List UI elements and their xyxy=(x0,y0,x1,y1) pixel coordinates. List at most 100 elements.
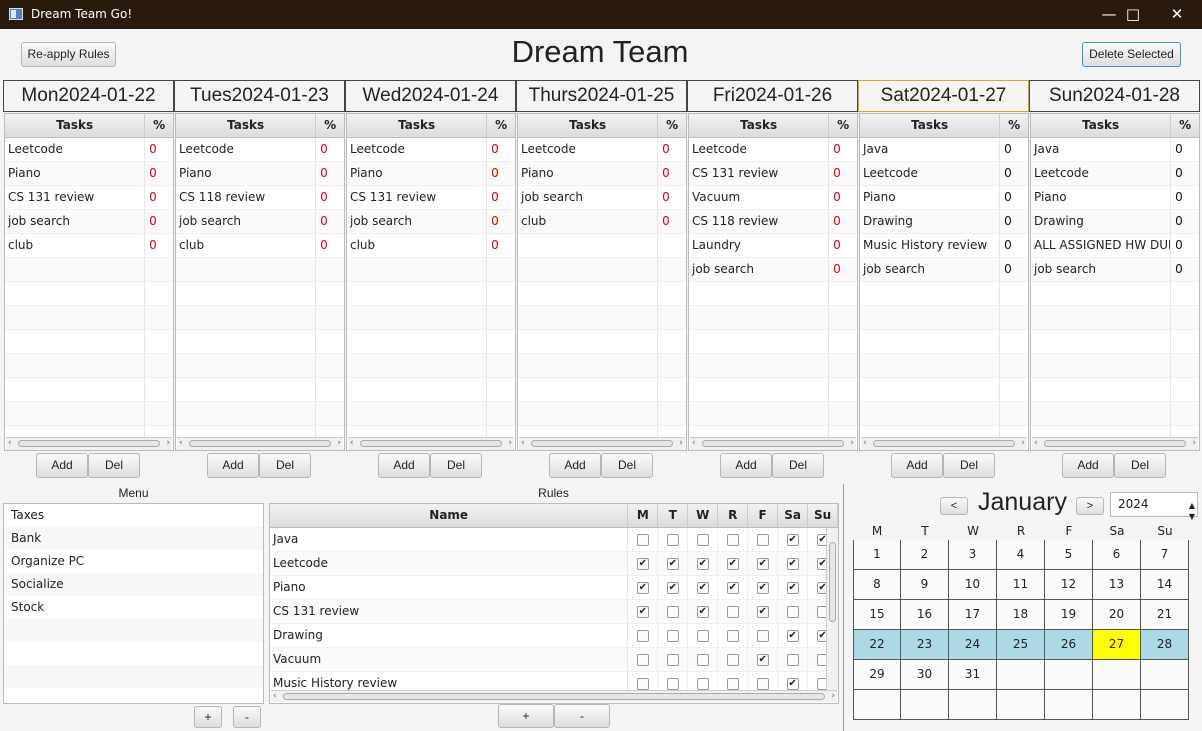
rules-hscroll[interactable]: ‹ › xyxy=(271,690,837,702)
tasks-column-header[interactable]: Tasks xyxy=(518,114,659,137)
calendar-day[interactable]: 19 xyxy=(1045,600,1093,630)
table-row[interactable] xyxy=(518,330,686,354)
table-row[interactable]: Leetcode 0 xyxy=(1031,162,1199,186)
table-row[interactable]: Leetcode 0 xyxy=(5,138,173,162)
calendar-day[interactable] xyxy=(1141,690,1189,720)
calendar-day[interactable] xyxy=(853,690,901,720)
table-row[interactable] xyxy=(518,378,686,402)
calendar-day[interactable]: 25 xyxy=(997,630,1045,660)
table-row[interactable]: job search 0 xyxy=(689,258,857,282)
table-row[interactable] xyxy=(860,330,1028,354)
calendar-day[interactable] xyxy=(997,660,1045,690)
rule-checkbox[interactable] xyxy=(726,629,739,642)
day-task-table[interactable]: Tasks% Leetcode 0 Piano 0 CS 131 review 0 job s… xyxy=(4,113,174,451)
table-row[interactable]: CS 118 review 0 xyxy=(689,210,857,234)
calendar-day[interactable]: 5 xyxy=(1045,540,1093,570)
calendar-day[interactable]: 3 xyxy=(949,540,997,570)
list-item[interactable]: Taxes xyxy=(4,504,263,527)
table-row[interactable] xyxy=(347,402,515,426)
rules-table[interactable]: Name M T W R F Sa Su Java ✔ ✔ Leetcode ✔ ✔ ✔ ✔ ✔ ✔ ✔ Piano… xyxy=(269,503,839,704)
table-row[interactable]: club 0 xyxy=(5,234,173,258)
add-task-button[interactable]: Add xyxy=(1062,453,1114,478)
rule-checkbox[interactable] xyxy=(726,653,739,666)
rules-column-r[interactable]: R xyxy=(718,504,749,527)
horizontal-scrollbar[interactable]: ‹ › xyxy=(348,437,514,449)
table-row[interactable] xyxy=(347,282,515,306)
table-row[interactable] xyxy=(1031,330,1199,354)
day-task-table[interactable]: Tasks% Leetcode 0 Piano 0 CS 118 review 0 job s… xyxy=(175,113,345,451)
percent-column-header[interactable]: % xyxy=(658,114,686,137)
tasks-column-header[interactable]: Tasks xyxy=(176,114,317,137)
calendar-day[interactable]: 7 xyxy=(1141,540,1189,570)
delete-selected-button[interactable]: Delete Selected xyxy=(1082,42,1181,67)
rules-column-m[interactable]: M xyxy=(628,504,659,527)
table-row[interactable] xyxy=(689,282,857,306)
rule-checkbox[interactable] xyxy=(756,677,769,690)
rule-checkbox[interactable]: ✔ xyxy=(696,605,709,618)
table-row[interactable] xyxy=(518,402,686,426)
horizontal-scrollbar[interactable]: ‹ › xyxy=(690,437,856,449)
calendar-day[interactable]: 30 xyxy=(901,660,949,690)
rule-checkbox[interactable] xyxy=(756,533,769,546)
table-row[interactable]: job search 0 xyxy=(860,258,1028,282)
table-row[interactable] xyxy=(347,258,515,282)
table-row[interactable] xyxy=(860,282,1028,306)
rule-checkbox[interactable]: ✔ xyxy=(726,557,739,570)
rules-remove-button[interactable]: - xyxy=(554,704,610,728)
table-row[interactable]: Leetcode 0 xyxy=(347,138,515,162)
rule-checkbox[interactable]: ✔ xyxy=(636,557,649,570)
table-row[interactable] xyxy=(176,306,344,330)
calendar-day[interactable]: 4 xyxy=(997,540,1045,570)
calendar-day[interactable] xyxy=(949,690,997,720)
table-row[interactable]: Vacuum 0 xyxy=(689,186,857,210)
tasks-column-header[interactable]: Tasks xyxy=(347,114,488,137)
list-item[interactable] xyxy=(4,688,263,703)
rule-checkbox[interactable]: ✔ xyxy=(666,581,679,594)
list-item[interactable] xyxy=(4,619,263,642)
table-row[interactable]: Music History review 0 xyxy=(860,234,1028,258)
table-row[interactable] xyxy=(689,354,857,378)
day-task-table[interactable]: Tasks% Leetcode 0 Piano 0 job search 0 club 0 ‹ › xyxy=(517,113,687,451)
percent-column-header[interactable]: % xyxy=(145,114,173,137)
table-row[interactable] xyxy=(347,306,515,330)
table-row[interactable]: Piano 0 xyxy=(1031,186,1199,210)
tasks-column-header[interactable]: Tasks xyxy=(860,114,1001,137)
rule-checkbox[interactable] xyxy=(786,653,799,666)
table-row[interactable]: club 0 xyxy=(176,234,344,258)
list-item[interactable]: Organize PC xyxy=(4,550,263,573)
table-row[interactable]: Leetcode 0 xyxy=(689,138,857,162)
calendar-day[interactable]: 16 xyxy=(901,600,949,630)
table-row[interactable]: club 0 xyxy=(347,234,515,258)
rule-checkbox[interactable] xyxy=(696,653,709,666)
tasks-column-header[interactable]: Tasks xyxy=(5,114,146,137)
table-row[interactable] xyxy=(860,402,1028,426)
calendar-day[interactable] xyxy=(901,690,949,720)
table-row[interactable]: Leetcode 0 xyxy=(176,138,344,162)
next-month-button[interactable]: > xyxy=(1076,497,1104,515)
rule-checkbox[interactable] xyxy=(636,653,649,666)
rule-checkbox[interactable] xyxy=(696,629,709,642)
rule-checkbox[interactable] xyxy=(636,533,649,546)
table-row[interactable] xyxy=(518,258,686,282)
day-task-table[interactable]: Tasks% Java 0 Leetcode 0 Piano 0 Drawing 0 Music … xyxy=(859,113,1029,451)
rules-column-name[interactable]: Name xyxy=(270,504,629,527)
list-item[interactable] xyxy=(4,665,263,688)
delete-task-button[interactable]: Del xyxy=(772,453,824,478)
rule-checkbox[interactable]: ✔ xyxy=(666,557,679,570)
table-row[interactable] xyxy=(689,378,857,402)
table-row[interactable] xyxy=(5,330,173,354)
calendar-day[interactable]: 31 xyxy=(949,660,997,690)
table-row[interactable] xyxy=(176,258,344,282)
rule-row[interactable]: Drawing ✔ ✔ xyxy=(270,624,838,648)
table-row[interactable] xyxy=(860,306,1028,330)
table-row[interactable] xyxy=(1031,282,1199,306)
table-row[interactable] xyxy=(176,282,344,306)
rule-checkbox[interactable]: ✔ xyxy=(696,581,709,594)
rule-checkbox[interactable]: ✔ xyxy=(786,557,799,570)
calendar-day[interactable]: 12 xyxy=(1045,570,1093,600)
calendar-day[interactable]: 8 xyxy=(853,570,901,600)
calendar-day[interactable]: 28 xyxy=(1141,630,1189,660)
calendar-day[interactable]: 1 xyxy=(853,540,901,570)
table-row[interactable]: Piano 0 xyxy=(860,186,1028,210)
delete-task-button[interactable]: Del xyxy=(601,453,653,478)
